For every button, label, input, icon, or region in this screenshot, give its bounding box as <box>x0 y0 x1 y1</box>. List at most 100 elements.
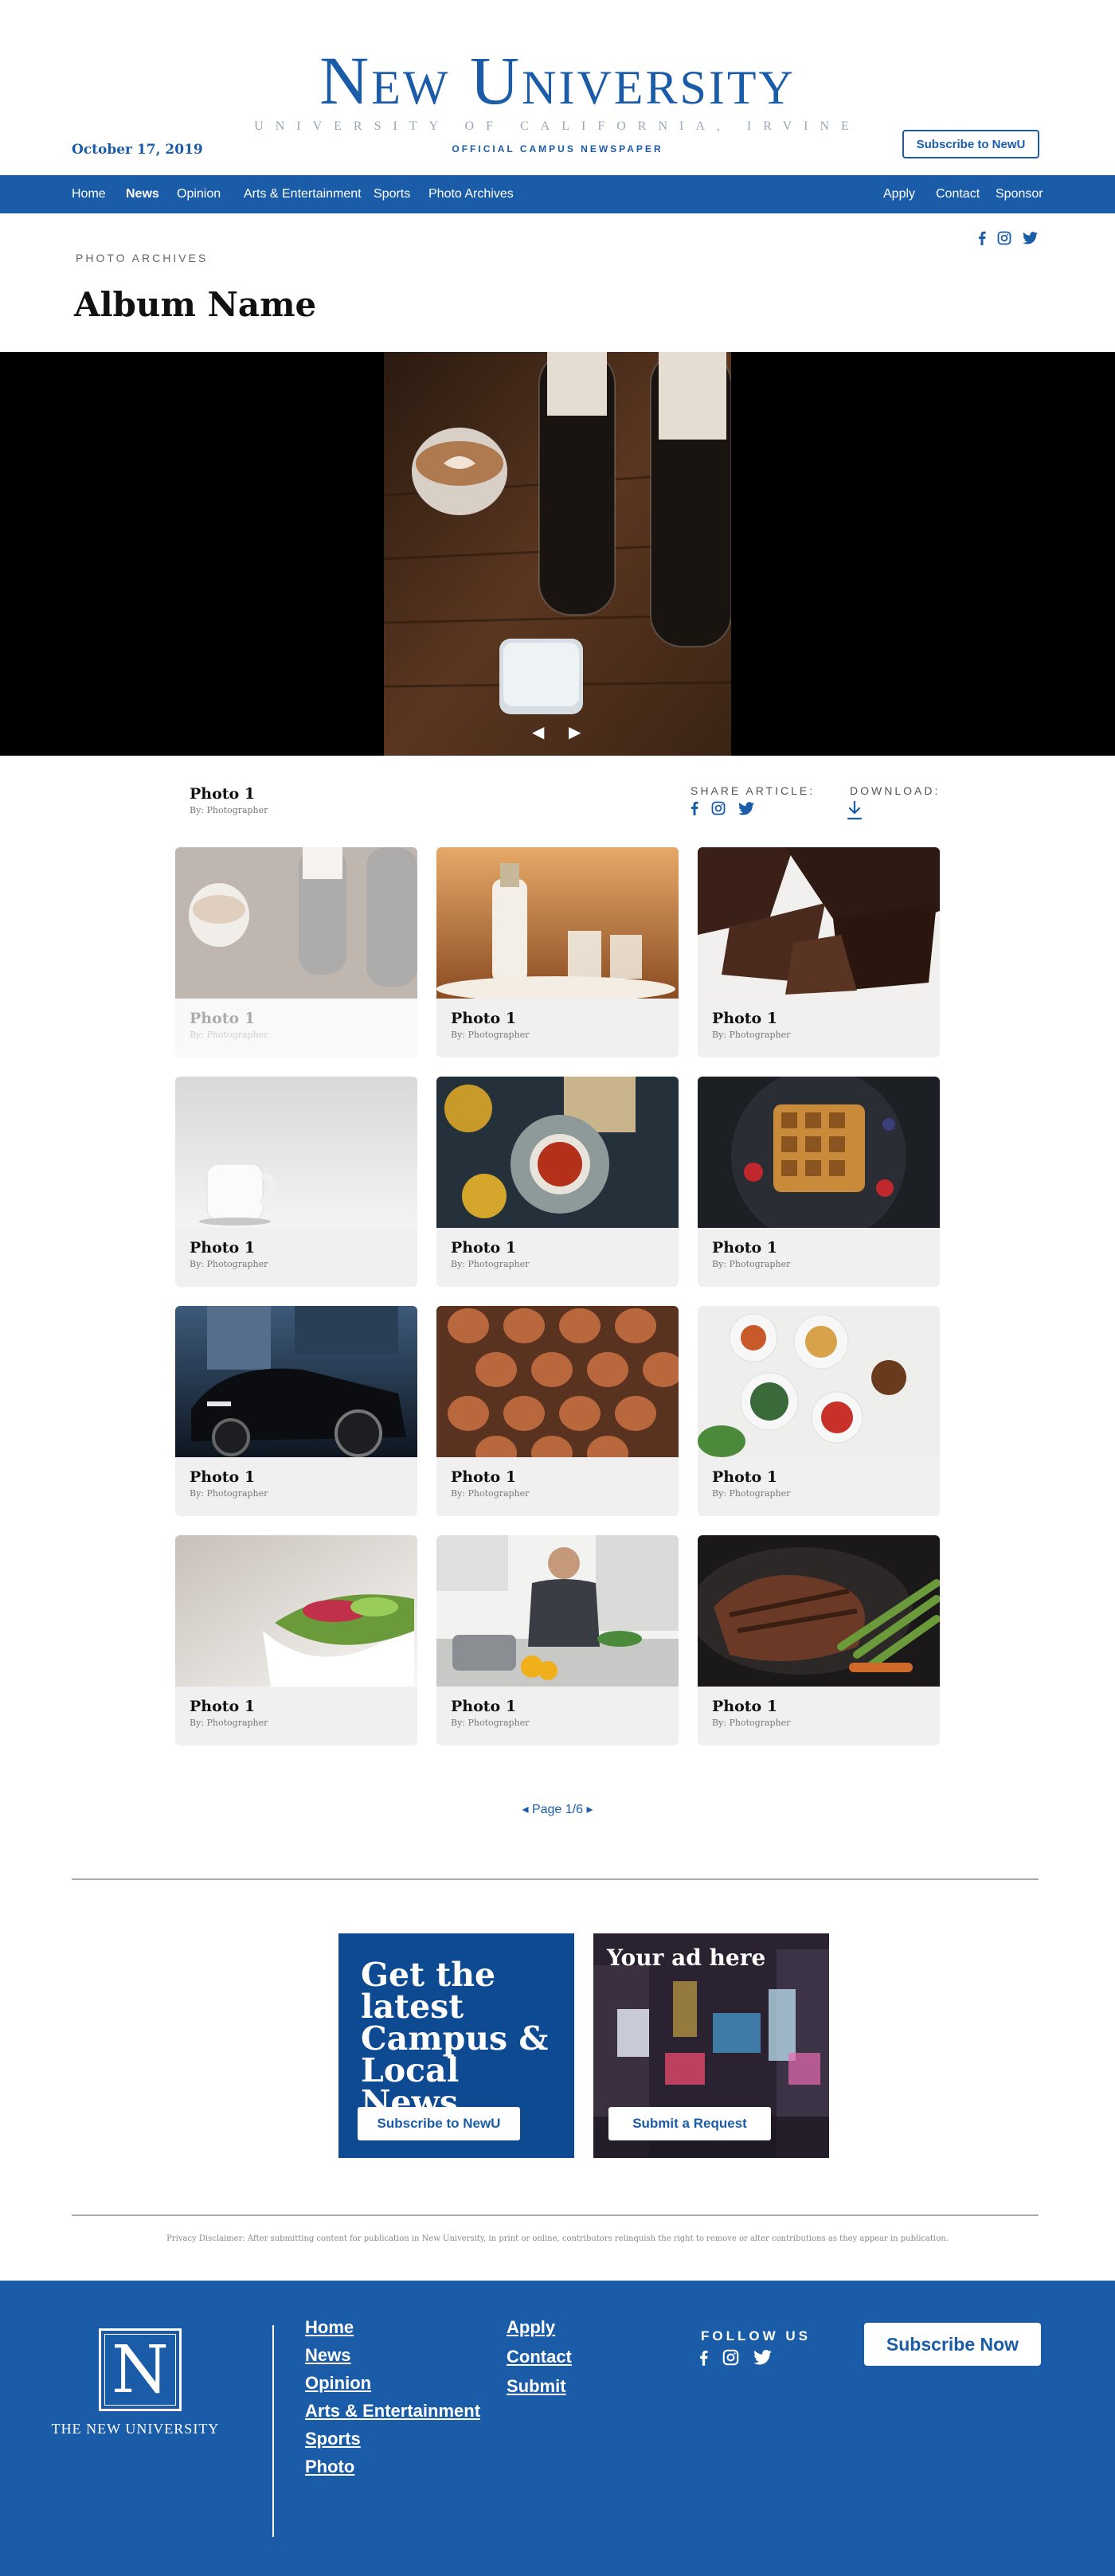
photo-card[interactable]: Photo 1 By: Photographer <box>175 847 417 1057</box>
photo-title: Photo 1 <box>451 1239 517 1257</box>
footer-link-photo[interactable]: Photo <box>305 2457 354 2477</box>
nav-item-opinion[interactable]: Opinion <box>177 175 221 213</box>
footer-link-arts-entertainment[interactable]: Arts & Entertainment <box>305 2401 480 2422</box>
photo-byline: By: Photographer <box>712 1030 791 1040</box>
photo-title: Photo 1 <box>712 1698 778 1715</box>
instagram-icon[interactable] <box>711 801 726 815</box>
nav-item-apply[interactable]: Apply <box>883 175 915 213</box>
prev-photo-button[interactable]: ◀ <box>532 722 544 742</box>
nav-item-sponsor[interactable]: Sponsor <box>996 175 1043 213</box>
section-divider <box>72 2214 1039 2216</box>
photo-title: Photo 1 <box>712 1239 778 1257</box>
footer-divider <box>272 2325 274 2537</box>
subscribe-now-button[interactable]: Subscribe Now <box>864 2323 1041 2366</box>
campus-news-ad: Get the latest Campus & Local News Subsc… <box>338 1933 574 2158</box>
photo-card[interactable]: Photo 1 By: Photographer <box>698 1306 940 1516</box>
footer-logo-name: THE NEW UNIVERSITY <box>51 2421 220 2437</box>
photo-thumbnail <box>175 1306 417 1457</box>
nav-item-home[interactable]: Home <box>72 175 106 213</box>
footer-link-contact[interactable]: Contact <box>507 2347 572 2367</box>
photo-card[interactable]: Photo 1 By: Photographer <box>698 1535 940 1745</box>
photo-title: Photo 1 <box>190 1698 256 1715</box>
photo-byline: By: Photographer <box>712 1259 791 1269</box>
photo-thumbnail <box>436 1535 679 1687</box>
photo-card[interactable]: Photo 1 By: Photographer <box>175 1077 417 1287</box>
nav-item-photo-archives[interactable]: Photo Archives <box>428 175 514 213</box>
photo-thumbnail <box>436 847 679 999</box>
photo-card[interactable]: Photo 1 By: Photographer <box>436 1535 679 1745</box>
nav-item-sports[interactable]: Sports <box>374 175 410 213</box>
photo-card[interactable]: Photo 1 By: Photographer <box>698 847 940 1057</box>
twitter-icon[interactable] <box>1023 232 1038 244</box>
footer-link-opinion[interactable]: Opinion <box>305 2373 371 2394</box>
footer-link-sports[interactable]: Sports <box>305 2429 361 2449</box>
current-photo-byline: By: Photographer <box>190 805 268 815</box>
facebook-icon[interactable] <box>691 801 698 815</box>
site-footer: N THE NEW UNIVERSITY Home News Opinion A… <box>0 2281 1115 2576</box>
photo-byline: By: Photographer <box>190 1030 268 1040</box>
photo-card[interactable]: Photo 1 By: Photographer <box>175 1535 417 1745</box>
photo-byline: By: Photographer <box>190 1718 268 1728</box>
photo-thumbnail <box>436 1077 679 1228</box>
footer-link-apply[interactable]: Apply <box>507 2317 555 2338</box>
ad-subscribe-button[interactable]: Subscribe to NewU <box>358 2107 520 2140</box>
masthead: New University UNIVERSITY OF CALIFORNIA,… <box>0 0 1115 175</box>
photo-title: Photo 1 <box>451 1010 517 1027</box>
photo-thumbnail <box>175 1077 417 1228</box>
photo-byline: By: Photographer <box>190 1488 268 1499</box>
photo-card[interactable]: Photo 1 By: Photographer <box>436 1077 679 1287</box>
instagram-icon[interactable] <box>722 2349 739 2366</box>
photo-thumbnail <box>436 1306 679 1457</box>
photo-card[interactable]: Photo 1 By: Photographer <box>436 1306 679 1516</box>
photo-thumbnail <box>698 847 940 999</box>
footer-link-home[interactable]: Home <box>305 2317 354 2338</box>
photo-thumbnail <box>698 1306 940 1457</box>
instagram-icon[interactable] <box>997 231 1011 245</box>
photo-title: Photo 1 <box>451 1698 517 1715</box>
photo-byline: By: Photographer <box>451 1030 530 1040</box>
download-icon[interactable] <box>847 801 862 820</box>
section-eyebrow: PHOTO ARCHIVES <box>76 252 209 264</box>
photo-byline: By: Photographer <box>712 1488 791 1499</box>
main-nav: Home News Opinion Arts & Entertainment S… <box>0 175 1115 213</box>
nav-item-news[interactable]: News <box>126 175 159 213</box>
site-logo-title[interactable]: New University <box>0 46 1115 115</box>
photo-card[interactable]: Photo 1 By: Photographer <box>436 847 679 1057</box>
next-photo-button[interactable]: ▶ <box>569 722 581 742</box>
subscribe-button[interactable]: Subscribe to NewU <box>902 130 1039 158</box>
photo-title: Photo 1 <box>190 1239 256 1257</box>
photo-byline: By: Photographer <box>451 1718 530 1728</box>
photo-thumbnail <box>698 1077 940 1228</box>
photo-byline: By: Photographer <box>712 1718 791 1728</box>
twitter-icon[interactable] <box>753 2350 772 2365</box>
photo-thumbnail <box>698 1535 940 1687</box>
footer-logo-letter: N <box>104 2332 176 2408</box>
nav-item-arts-entertainment[interactable]: Arts & Entertainment <box>244 175 362 213</box>
photo-title: Photo 1 <box>712 1010 778 1027</box>
photo-title: Photo 1 <box>190 1010 256 1027</box>
nav-item-contact[interactable]: Contact <box>936 175 980 213</box>
download-label: DOWNLOAD: <box>850 784 941 797</box>
twitter-icon[interactable] <box>738 801 754 815</box>
footer-link-news[interactable]: News <box>305 2345 350 2366</box>
photo-card[interactable]: Photo 1 By: Photographer <box>175 1306 417 1516</box>
photo-card[interactable]: Photo 1 By: Photographer <box>698 1077 940 1287</box>
photo-title: Photo 1 <box>451 1468 517 1486</box>
facebook-icon[interactable] <box>978 231 986 245</box>
submit-request-button[interactable]: Submit a Request <box>608 2107 771 2140</box>
share-label: SHARE ARTICLE: <box>691 784 816 797</box>
follow-us-label: FOLLOW US <box>701 2328 811 2343</box>
header-social-links <box>978 231 1038 245</box>
footer-link-submit[interactable]: Submit <box>507 2376 566 2397</box>
photo-title: Photo 1 <box>190 1468 256 1486</box>
photo-viewer: ◀ ▶ <box>0 352 1115 756</box>
photo-byline: By: Photographer <box>451 1488 530 1499</box>
footer-logo[interactable]: N <box>99 2328 182 2411</box>
facebook-icon[interactable] <box>699 2350 708 2366</box>
photo-thumbnail <box>175 847 417 999</box>
page-title: Album Name <box>74 285 317 324</box>
section-divider <box>72 1878 1039 1880</box>
photo-thumbnail <box>175 1535 417 1687</box>
pagination[interactable]: ◂ Page 1/6 ▸ <box>0 1801 1115 1817</box>
current-photo-title: Photo 1 <box>190 785 256 803</box>
